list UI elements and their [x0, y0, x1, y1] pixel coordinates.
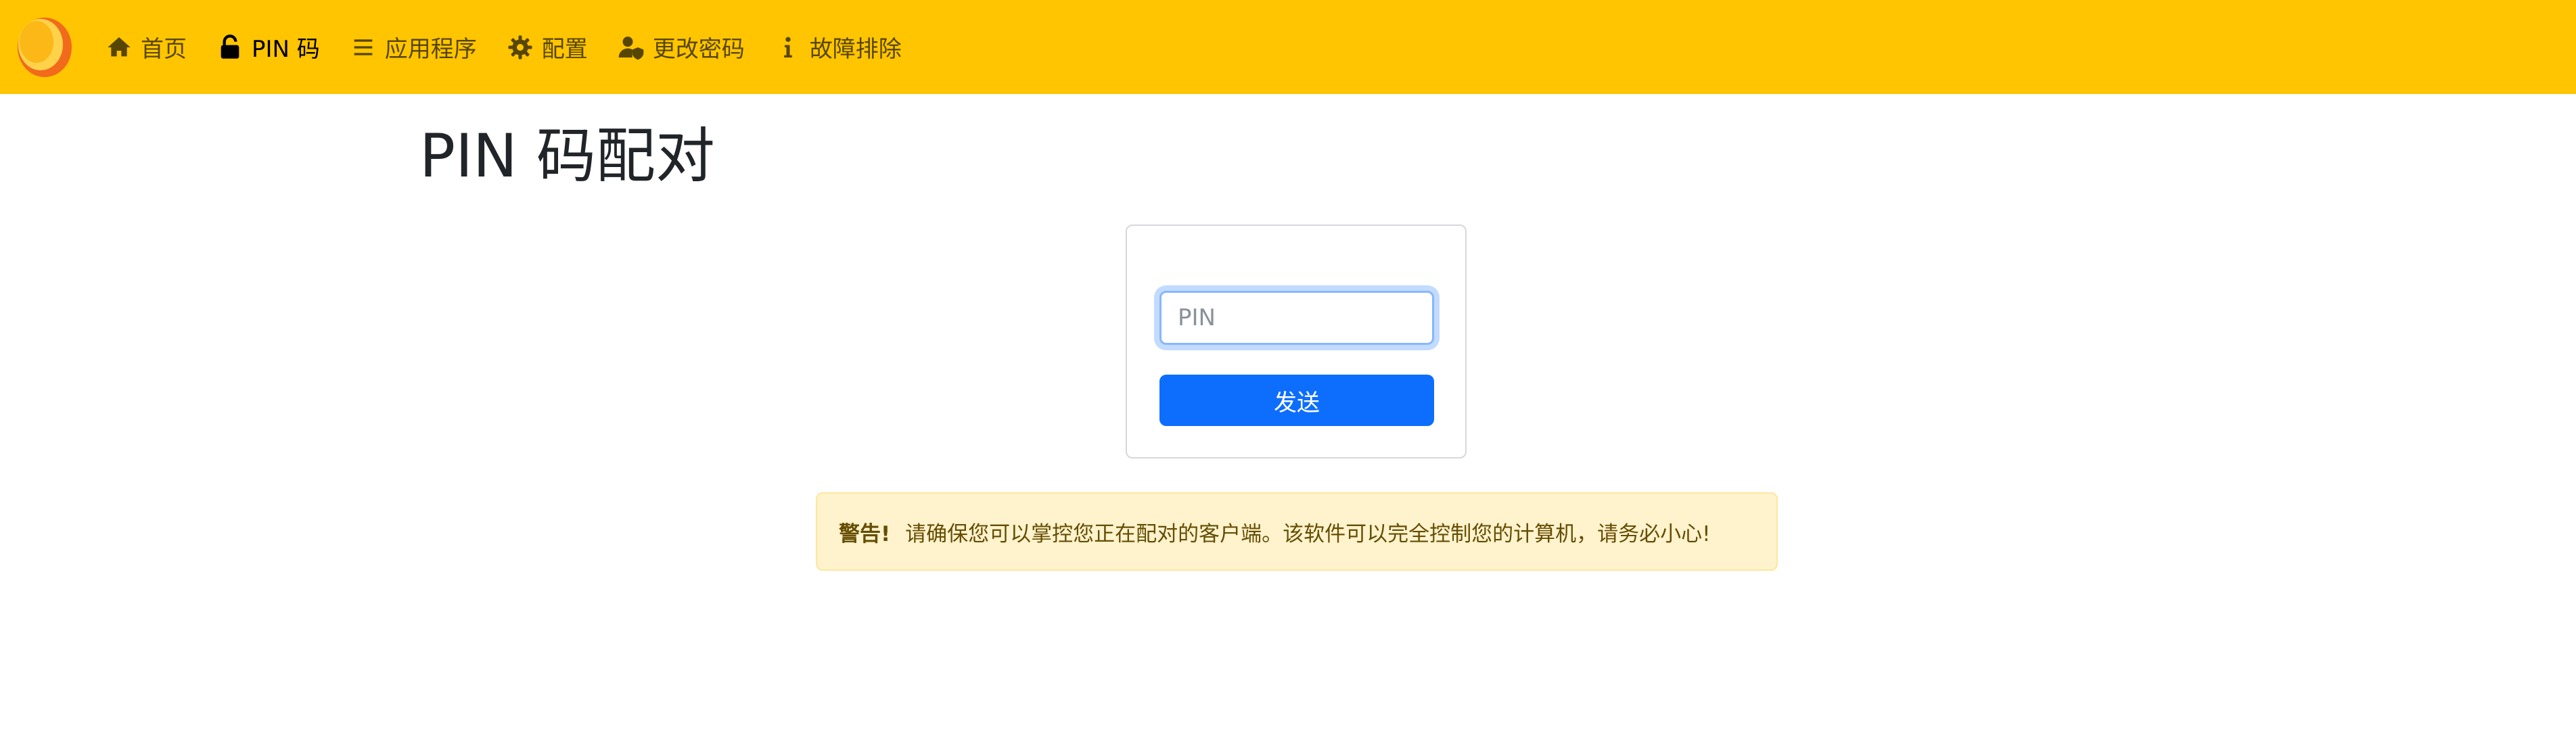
nav-item-change-password[interactable]: 更改密码: [618, 0, 745, 94]
nav-item-troubleshoot[interactable]: 故障排除: [775, 0, 902, 94]
nav-item-label: 更改密码: [652, 36, 745, 63]
nav-menu: 首页 PIN 码 应用程序 配置 更改密码 故障排除: [106, 0, 932, 94]
nav-item-label: 应用程序: [384, 36, 477, 63]
sunshine-logo[interactable]: [16, 15, 73, 78]
list-icon: [350, 34, 377, 61]
home-icon: [106, 34, 133, 61]
nav-item-label: 配置: [541, 36, 588, 63]
alert-prefix: 警告!: [839, 521, 891, 546]
nav-item-label: 首页: [141, 36, 187, 63]
nav-item-home[interactable]: 首页: [106, 0, 187, 94]
nav-item-config[interactable]: 配置: [507, 0, 588, 94]
user-shield-icon: [618, 34, 645, 61]
send-button[interactable]: 发送: [1159, 375, 1434, 426]
pin-input[interactable]: [1159, 291, 1434, 345]
unlock-icon: [216, 34, 244, 61]
gear-icon: [507, 34, 534, 61]
nav-item-label: PIN 码: [252, 36, 320, 63]
page-title: PIN 码配对: [419, 121, 715, 191]
pin-pairing-card: 发送: [1126, 225, 1467, 458]
nav-item-pin[interactable]: PIN 码: [216, 0, 320, 94]
info-icon: [775, 34, 802, 61]
top-navbar: 首页 PIN 码 应用程序 配置 更改密码 故障排除: [0, 0, 2576, 94]
alert-message: 请确保您可以掌控您正在配对的客户端。该软件可以完全控制您的计算机，请务必小心!: [905, 521, 1711, 546]
nav-item-apps[interactable]: 应用程序: [350, 0, 477, 94]
warning-alert: 警告! 请确保您可以掌控您正在配对的客户端。该软件可以完全控制您的计算机，请务必…: [816, 492, 1778, 571]
nav-item-label: 故障排除: [809, 36, 902, 63]
